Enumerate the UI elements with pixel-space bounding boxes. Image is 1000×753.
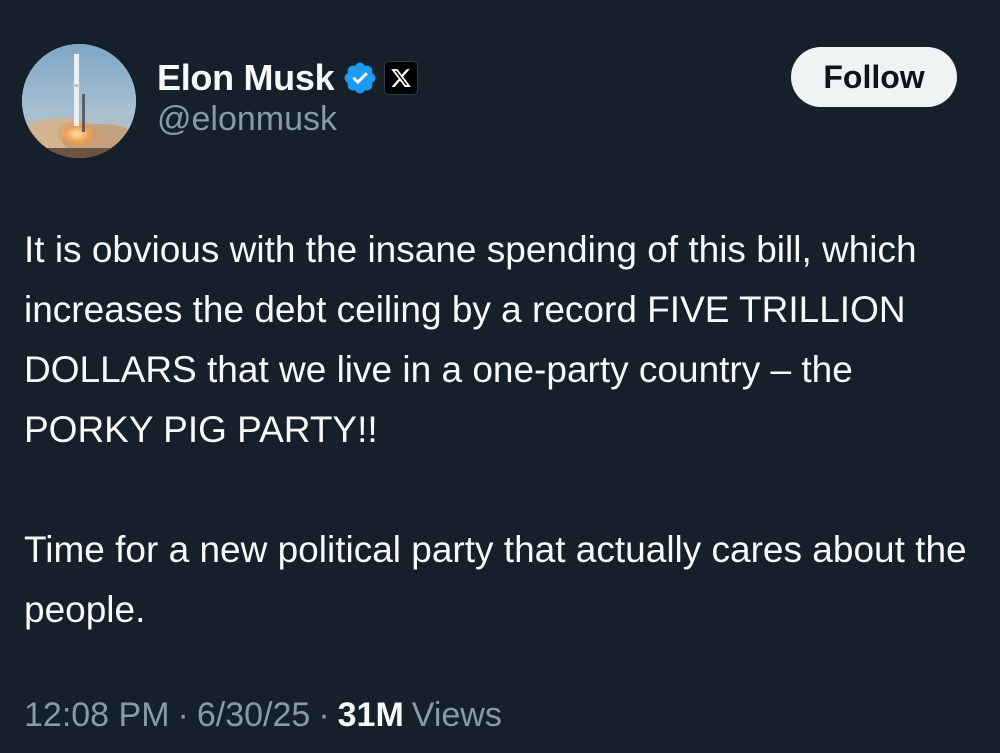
tweet-paragraph: Time for a new political party that actu… <box>24 529 977 630</box>
author-name-row: Elon Musk <box>157 56 419 100</box>
rocket-launch-avatar <box>22 44 136 158</box>
verified-badge-icon[interactable] <box>342 60 378 96</box>
tweet-paragraph: It is obvious with the insane spending o… <box>24 229 927 450</box>
meta-separator: · <box>318 696 330 734</box>
author-display-name[interactable]: Elon Musk <box>157 57 335 99</box>
views-count[interactable]: 31M <box>338 696 404 735</box>
tweet-meta: 12:08 PM · 6/30/25 · 31M Views <box>24 696 502 735</box>
tweet-time[interactable]: 12:08 PM <box>24 696 170 735</box>
x-logo-icon[interactable] <box>384 61 419 95</box>
tweet-text: It is obvious with the insane spending o… <box>24 220 979 640</box>
meta-separator: · <box>177 696 189 734</box>
tweet-date[interactable]: 6/30/25 <box>197 696 310 735</box>
author-avatar[interactable] <box>22 44 136 158</box>
views-label[interactable]: Views <box>412 696 502 735</box>
follow-button[interactable]: Follow <box>791 47 957 107</box>
tweet-card: Elon Musk @elonmusk Follow It is obvious… <box>0 0 1000 753</box>
author-handle[interactable]: @elonmusk <box>157 100 337 139</box>
